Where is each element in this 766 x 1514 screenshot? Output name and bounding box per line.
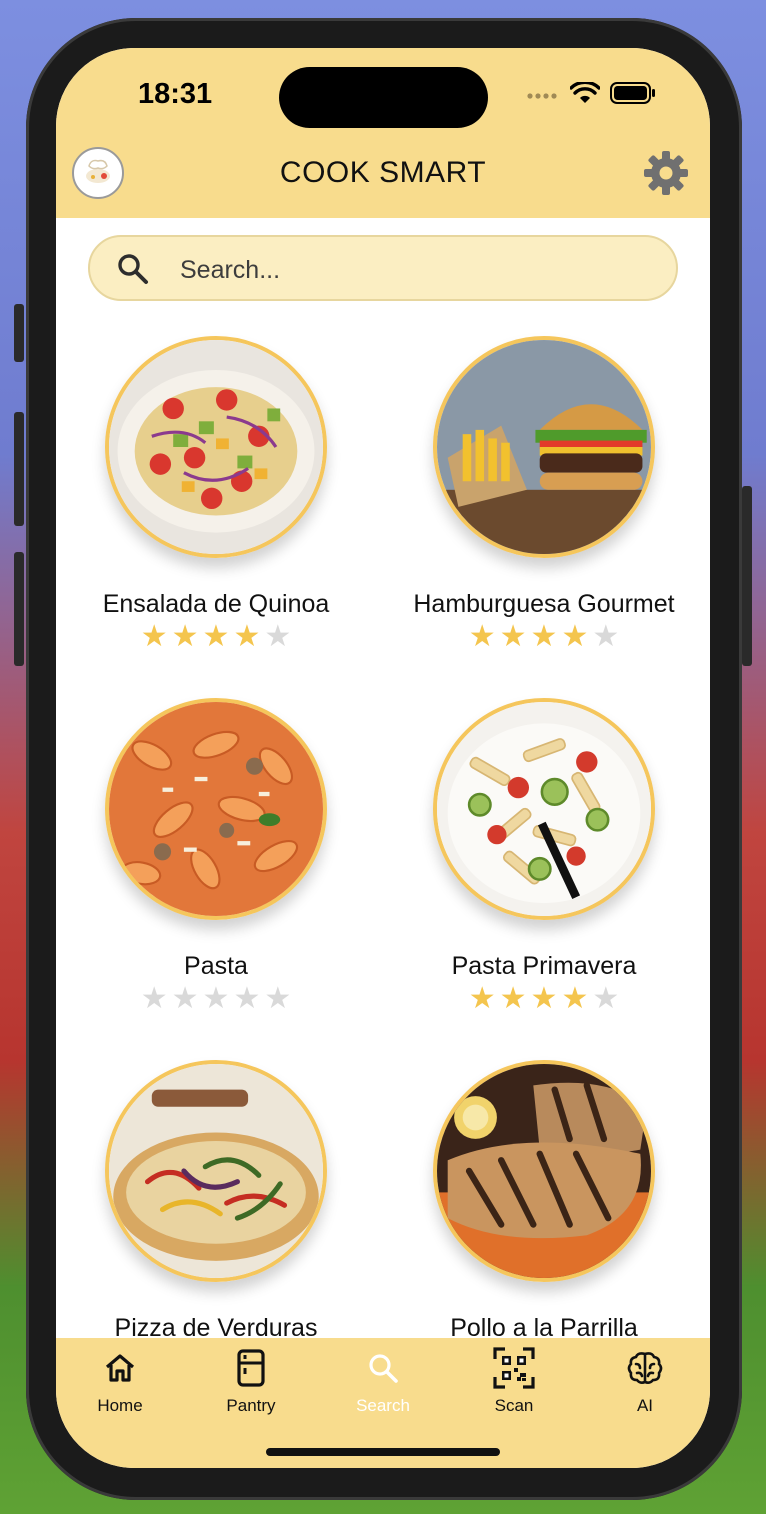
star-icon: ★: [592, 620, 620, 653]
recipe-name: Ensalada de Quinoa: [102, 590, 330, 618]
mute-switch: [14, 304, 24, 362]
brain-icon: [590, 1348, 700, 1388]
tab-scan[interactable]: Scan: [459, 1347, 569, 1416]
recipe-photo[interactable]: [433, 1060, 655, 1282]
rating-stars: ★ ★ ★ ★ ★: [384, 620, 704, 654]
grilled-chicken-image: [437, 1064, 651, 1278]
recipe-name: Pasta: [184, 952, 248, 980]
burger-image: [437, 340, 651, 554]
pasta-image: [109, 702, 323, 916]
star-icon: ★: [202, 982, 230, 1015]
star-icon: ★: [592, 982, 620, 1015]
app-screen: 18:31 COOK SMART Search... Ensalada de Q…: [56, 48, 710, 1468]
star-icon: ★: [468, 620, 496, 653]
rating-stars: ★ ★ ★ ★ ★: [56, 620, 376, 654]
tab-pantry[interactable]: Pantry: [196, 1348, 306, 1416]
fridge-icon: [196, 1348, 306, 1388]
recipe-grid: Ensalada de Quinoa ★ ★ ★ ★ ★: [56, 48, 710, 1342]
star-icon: ★: [561, 620, 589, 653]
rating-stars: ★ ★ ★ ★ ★: [56, 982, 376, 1016]
quinoa-salad-image: [109, 340, 323, 554]
star-icon: ★: [171, 982, 199, 1015]
recipe-photo[interactable]: [105, 698, 327, 920]
volume-up-button: [14, 412, 24, 526]
recipe-photo[interactable]: [433, 698, 655, 920]
recipe-photo[interactable]: [433, 336, 655, 558]
star-icon: ★: [561, 982, 589, 1015]
search-bar[interactable]: [88, 235, 678, 301]
recipe-photo[interactable]: [105, 336, 327, 558]
power-button: [742, 486, 752, 666]
search-icon: [116, 252, 150, 291]
star-icon: ★: [499, 620, 527, 653]
star-icon: ★: [140, 982, 168, 1015]
tab-ai[interactable]: AI: [590, 1348, 700, 1416]
recipe-name: Hamburguesa Gourmet: [413, 590, 675, 618]
search-icon: [328, 1348, 438, 1388]
veggie-pizza-image: [109, 1064, 323, 1278]
tab-home[interactable]: Home: [65, 1348, 175, 1416]
star-icon: ★: [233, 982, 261, 1015]
star-icon: ★: [264, 620, 292, 653]
star-icon: ★: [202, 620, 230, 653]
star-icon: ★: [140, 620, 168, 653]
tab-label: AI: [636, 1396, 654, 1415]
tab-label: Search: [356, 1396, 410, 1415]
search-input[interactable]: [178, 251, 652, 289]
tab-search[interactable]: Search: [328, 1348, 438, 1416]
qr-scan-icon: [459, 1347, 569, 1389]
rating-stars: ★ ★ ★ ★ ★: [384, 982, 704, 1016]
tab-label: Pantry: [226, 1396, 276, 1415]
bottom-tab-bar: Home Pantry Search Scan AI: [56, 1338, 710, 1468]
recipe-name: Pasta Primavera: [451, 952, 637, 980]
pasta-primavera-image: [437, 702, 651, 916]
star-icon: ★: [264, 982, 292, 1015]
star-icon: ★: [468, 982, 496, 1015]
recipe-photo[interactable]: [105, 1060, 327, 1282]
star-icon: ★: [499, 982, 527, 1015]
star-icon: ★: [530, 620, 558, 653]
star-icon: ★: [171, 620, 199, 653]
tab-label: Home: [97, 1396, 143, 1415]
volume-down-button: [14, 552, 24, 666]
home-indicator: [266, 1448, 500, 1456]
star-icon: ★: [530, 982, 558, 1015]
home-icon: [65, 1348, 175, 1388]
tab-label: Scan: [494, 1396, 534, 1415]
star-icon: ★: [233, 620, 261, 653]
